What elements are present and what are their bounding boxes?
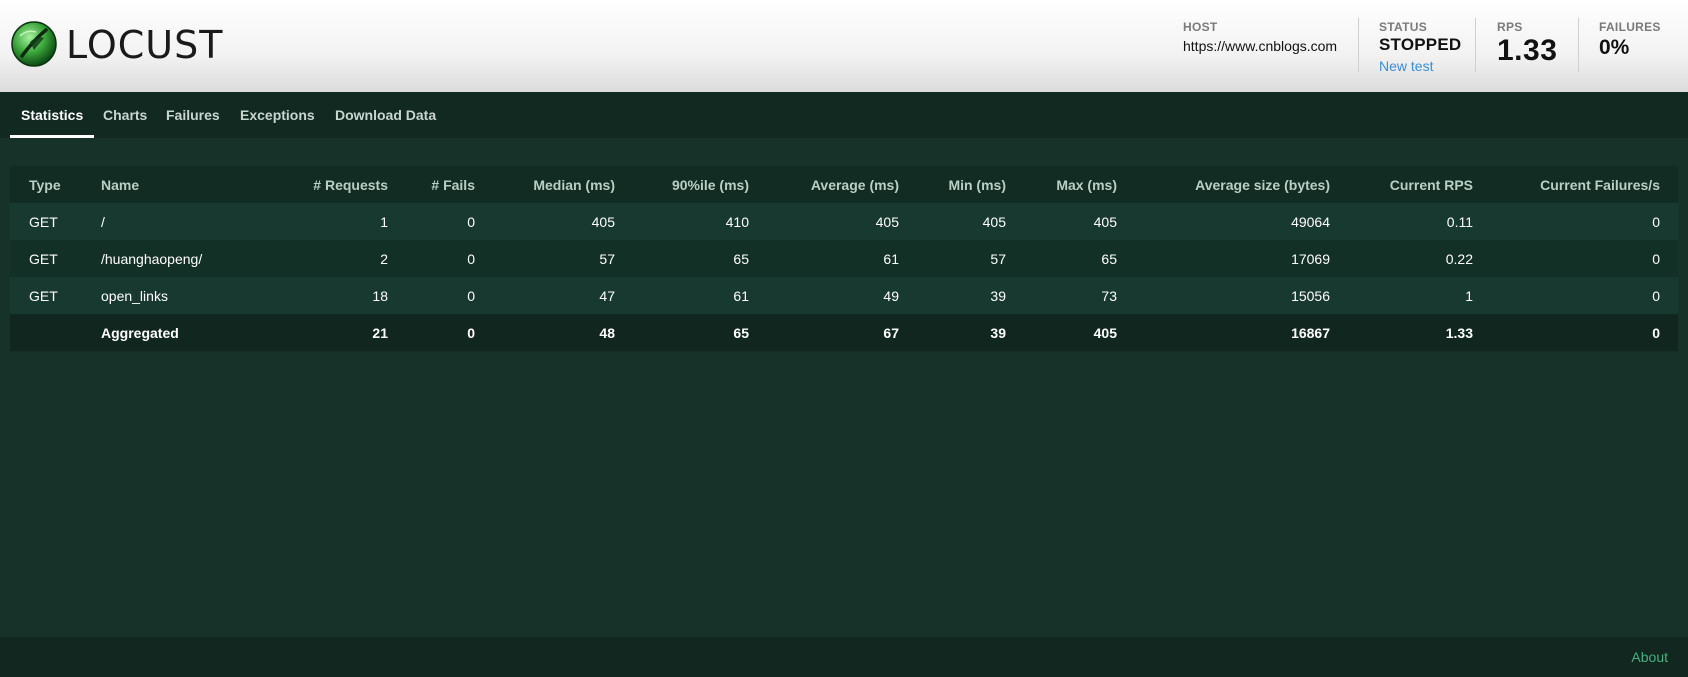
host-box: HOST https://www.cnblogs.com (1183, 20, 1337, 54)
top-header: LOCUST HOST https://www.cnblogs.com STAT… (0, 0, 1688, 92)
cell-type: GET (10, 277, 101, 314)
cell-min: 57 (899, 240, 1006, 277)
column-header-current-failures[interactable]: Current Failures/s (1473, 166, 1678, 203)
cell-average: 49 (749, 277, 899, 314)
tab-charts[interactable]: Charts (92, 92, 158, 138)
tab-exceptions[interactable]: Exceptions (229, 92, 326, 138)
cell-type: GET (10, 203, 101, 240)
failures-box: FAILURES 0% (1599, 20, 1661, 60)
cell-median: 47 (475, 277, 615, 314)
brand-title: LOCUST (66, 23, 224, 67)
column-header-requests[interactable]: # Requests (216, 166, 388, 203)
cell-requests: 1 (216, 203, 388, 240)
tab-download-data[interactable]: Download Data (324, 92, 447, 138)
cell-average: 61 (749, 240, 899, 277)
cell-average-size: 16867 (1117, 314, 1330, 351)
header-divider (1358, 18, 1359, 72)
cell-type: GET (10, 240, 101, 277)
cell-fails: 0 (388, 277, 475, 314)
cell-average-size: 15056 (1117, 277, 1330, 314)
rps-label: RPS (1497, 20, 1523, 34)
new-test-link[interactable]: New test (1379, 58, 1461, 74)
column-header-median[interactable]: Median (ms) (475, 166, 615, 203)
failures-value: 0% (1599, 36, 1630, 59)
cell-name: /huanghaopeng/ (101, 240, 216, 277)
cell-requests: 21 (216, 314, 388, 351)
cell-average: 67 (749, 314, 899, 351)
footer: About (0, 637, 1688, 677)
status-label: STATUS (1379, 20, 1428, 34)
tab-failures[interactable]: Failures (155, 92, 231, 138)
cell-average-size: 17069 (1117, 240, 1330, 277)
cell-type (10, 314, 101, 351)
table-row: GET /huanghaopeng/ 2 0 57 65 61 57 65 17… (10, 240, 1678, 277)
column-header-90ile[interactable]: 90%ile (ms) (615, 166, 749, 203)
table-header-row: Type Name # Requests # Fails Median (ms)… (10, 166, 1678, 203)
tab-statistics[interactable]: Statistics (10, 92, 95, 138)
about-link[interactable]: About (1631, 649, 1668, 665)
column-header-max[interactable]: Max (ms) (1006, 166, 1117, 203)
cell-max: 405 (1006, 314, 1117, 351)
cell-requests: 2 (216, 240, 388, 277)
column-header-current-rps[interactable]: Current RPS (1330, 166, 1473, 203)
cell-max: 73 (1006, 277, 1117, 314)
cell-min: 405 (899, 203, 1006, 240)
cell-median: 48 (475, 314, 615, 351)
cell-min: 39 (899, 314, 1006, 351)
status-box: STATUS STOPPED New test (1379, 20, 1461, 74)
cell-median: 405 (475, 203, 615, 240)
cell-requests: 18 (216, 277, 388, 314)
rps-box: RPS 1.33 (1497, 20, 1557, 68)
column-header-fails[interactable]: # Fails (388, 166, 475, 203)
failures-label: FAILURES (1599, 20, 1661, 34)
cell-name: Aggregated (101, 314, 216, 351)
cell-average-size: 49064 (1117, 203, 1330, 240)
column-header-average[interactable]: Average (ms) (749, 166, 899, 203)
cell-current-failures: 0 (1473, 314, 1678, 351)
cell-current-failures: 0 (1473, 277, 1678, 314)
cell-current-rps: 0.11 (1330, 203, 1473, 240)
header-divider (1475, 18, 1476, 72)
cell-max: 405 (1006, 203, 1117, 240)
cell-current-failures: 0 (1473, 240, 1678, 277)
rps-value: 1.33 (1497, 34, 1558, 67)
host-value: https://www.cnblogs.com (1183, 38, 1338, 54)
cell-median: 57 (475, 240, 615, 277)
cell-min: 39 (899, 277, 1006, 314)
cell-average: 405 (749, 203, 899, 240)
status-value: STOPPED (1379, 35, 1462, 54)
cell-max: 65 (1006, 240, 1117, 277)
cell-fails: 0 (388, 240, 475, 277)
column-header-type[interactable]: Type (10, 166, 101, 203)
cell-current-rps: 0.22 (1330, 240, 1473, 277)
cell-current-rps: 1 (1330, 277, 1473, 314)
host-label: HOST (1183, 20, 1218, 34)
table-row: GET / 1 0 405 410 405 405 405 49064 0.11… (10, 203, 1678, 240)
column-header-average-size[interactable]: Average size (bytes) (1117, 166, 1330, 203)
column-header-min[interactable]: Min (ms) (899, 166, 1006, 203)
aggregated-row: Aggregated 21 0 48 65 67 39 405 16867 1.… (10, 314, 1678, 351)
statistics-table: Type Name # Requests # Fails Median (ms)… (10, 166, 1678, 351)
cell-90ile: 61 (615, 277, 749, 314)
cell-fails: 0 (388, 203, 475, 240)
cell-fails: 0 (388, 314, 475, 351)
table-row: GET open_links 18 0 47 61 49 39 73 15056… (10, 277, 1678, 314)
header-divider (1578, 18, 1579, 72)
locust-logo-icon (11, 21, 57, 67)
cell-90ile: 65 (615, 314, 749, 351)
cell-current-rps: 1.33 (1330, 314, 1473, 351)
cell-90ile: 410 (615, 203, 749, 240)
statistics-table-container: Type Name # Requests # Fails Median (ms)… (10, 166, 1678, 352)
cell-90ile: 65 (615, 240, 749, 277)
main-tabs: Statistics Charts Failures Exceptions Do… (0, 92, 1688, 138)
column-header-name[interactable]: Name (101, 166, 216, 203)
cell-name: / (101, 203, 216, 240)
cell-name: open_links (101, 277, 216, 314)
cell-current-failures: 0 (1473, 203, 1678, 240)
